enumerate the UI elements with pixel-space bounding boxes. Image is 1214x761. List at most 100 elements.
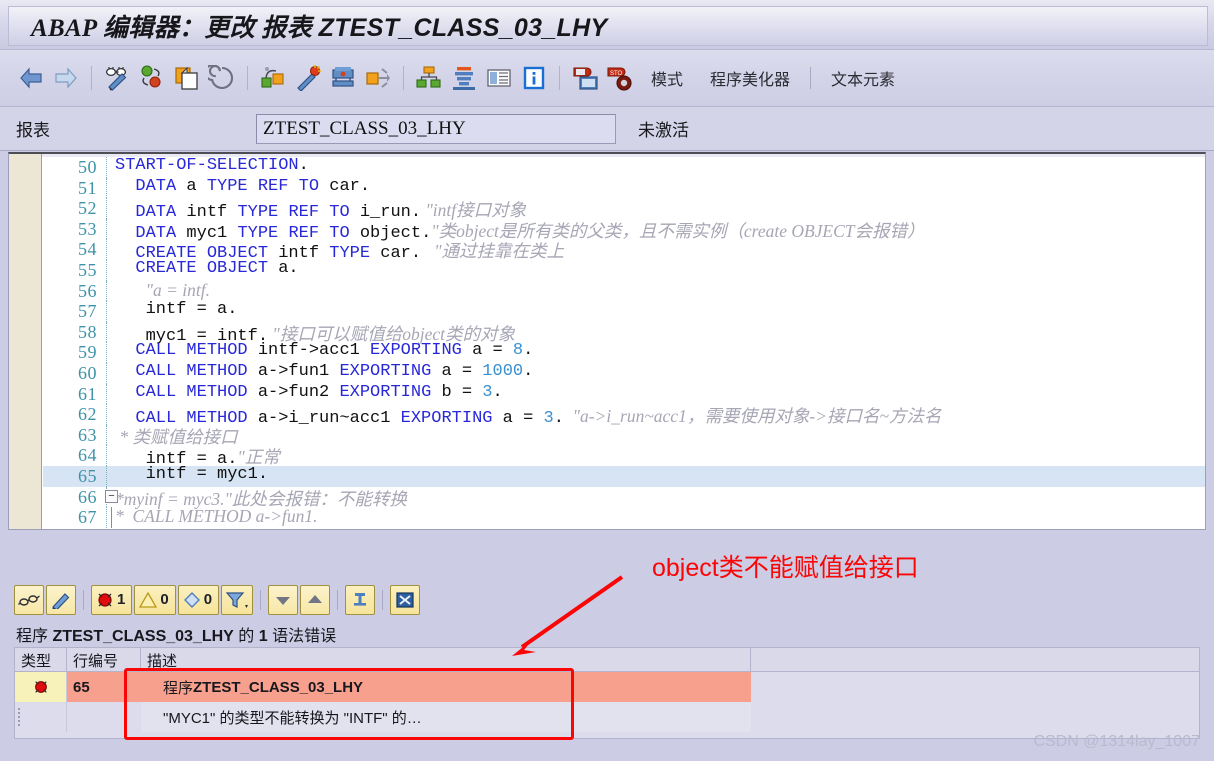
display-source-button[interactable] <box>14 584 44 615</box>
code-line[interactable]: 63 * 类赋值给接口 <box>43 424 1205 447</box>
code-line[interactable]: 64 intf = a."正常 <box>43 445 1205 469</box>
code-line[interactable]: 67 * CALL METHOD a->fun1. <box>43 506 1205 528</box>
line-number: 57 <box>78 301 97 322</box>
syntax-panel-toolbar: 1 0 0 <box>14 583 421 616</box>
stack-icon[interactable] <box>447 61 481 95</box>
line-number-separator <box>106 465 107 487</box>
edit-button[interactable] <box>46 584 76 615</box>
close-button[interactable] <box>390 584 421 615</box>
code-text: START-OF-SELECTION. <box>115 156 309 175</box>
report-bar: 报表 ZTEST_CLASS_03_LHY 未激活 <box>0 107 1214 151</box>
other-object-icon[interactable] <box>135 61 169 95</box>
error-filter-button[interactable]: 1 <box>91 584 133 615</box>
line-number: 58 <box>78 321 97 342</box>
pattern-icon[interactable] <box>205 61 239 95</box>
code-line[interactable]: 52 DATA intf TYPE REF TO i_run. "intf接口对… <box>43 198 1205 222</box>
direct-processing-icon[interactable] <box>361 61 395 95</box>
column-header-line-number[interactable]: 行编号 <box>67 648 141 671</box>
toolbar-item-mode[interactable]: 模式 <box>638 66 696 90</box>
code-line[interactable]: 55 CREATE OBJECT a. <box>43 258 1205 281</box>
where-used-icon[interactable] <box>482 61 516 95</box>
code-editor[interactable]: 50 START-OF-SELECTION. 51 DATA a TYPE REF … <box>8 152 1206 530</box>
info-filter-button[interactable]: 0 <box>177 584 220 615</box>
pin-button[interactable] <box>345 584 376 615</box>
line-number: 62 <box>78 404 97 425</box>
filter-button[interactable] <box>221 584 254 615</box>
column-header-description[interactable]: 描述 <box>141 648 751 671</box>
code-line[interactable]: 61 CALL METHOD a->fun2 EXPORTING b = 3. <box>43 383 1205 405</box>
toolbar-divider <box>83 589 84 610</box>
next-message-button[interactable] <box>268 584 299 615</box>
code-line[interactable]: 54 CREATE OBJECT intf TYPE car. "通过挂靠在类上 <box>43 239 1205 263</box>
line-number-separator <box>106 342 107 363</box>
code-text: CREATE OBJECT a. <box>135 258 299 278</box>
info-count: 0 <box>203 591 213 608</box>
code-text: CALL METHOD intf->acc1 EXPORTING a = 8. <box>135 341 534 361</box>
code-line[interactable]: 56 "a = intf. <box>43 280 1205 302</box>
line-number-separator <box>106 507 107 528</box>
code-line[interactable]: 65 intf = myc1. <box>43 464 1205 487</box>
report-name-input[interactable]: ZTEST_CLASS_03_LHY <box>256 113 616 144</box>
toolbar-divider <box>382 589 384 610</box>
table-row[interactable]: 65 程序 ZTEST_CLASS_03_LHY <box>15 672 1199 702</box>
line-number: 51 <box>78 177 97 198</box>
stop-debug-icon[interactable]: STO <box>603 61 637 95</box>
code-lines-container[interactable]: 50 START-OF-SELECTION. 51 DATA a TYPE REF … <box>43 156 1205 529</box>
info-icon[interactable] <box>517 61 551 95</box>
back-arrow-icon[interactable] <box>14 61 48 95</box>
object-list-icon[interactable] <box>412 61 446 95</box>
check-icon[interactable] <box>256 61 290 95</box>
code-line[interactable]: 53 DATA myc1 TYPE REF TO object."类object… <box>43 218 1205 243</box>
code-line[interactable]: 50 START-OF-SELECTION. <box>43 156 1205 178</box>
page-title-object: ZTEST_CLASS_03_LHY <box>318 14 608 42</box>
code-text: * CALL METHOD a->fun1. <box>115 506 318 527</box>
summary-suffix: 语法错误 <box>267 628 337 645</box>
forward-arrow-icon[interactable] <box>49 61 83 95</box>
code-line[interactable]: 62 CALL METHOD a->i_run~acc1 EXPORTING a… <box>43 404 1205 428</box>
error-count: 1 <box>117 591 126 608</box>
debug-icon[interactable] <box>568 61 602 95</box>
activate-icon[interactable] <box>326 61 360 95</box>
line-number-separator <box>106 404 107 425</box>
error-description-line1: 程序 ZTEST_CLASS_03_LHY <box>141 672 751 702</box>
previous-message-button[interactable] <box>300 584 331 615</box>
line-number: 50 <box>78 157 97 177</box>
grid-scroll-handle[interactable] <box>18 706 24 732</box>
toolbar-item-pretty-printer[interactable]: 程序美化器 <box>697 66 803 90</box>
line-number-separator <box>106 239 107 260</box>
code-text: DATA a TYPE REF TO car. <box>135 176 371 196</box>
toolbar-divider <box>403 66 404 90</box>
table-row[interactable]: "MYC1" 的类型不能转换为 "INTF" 的… <box>15 702 1199 732</box>
toolbar-divider <box>559 66 560 90</box>
code-line[interactable]: 60 CALL METHOD a->fun1 EXPORTING a = 100… <box>43 361 1205 384</box>
column-header-type[interactable]: 类型 <box>15 648 67 671</box>
title-bar-inner: ABAP 编辑器：更改 报表 ZTEST_CLASS_03_LHY <box>8 6 1208 46</box>
line-number-separator <box>106 259 107 281</box>
code-line[interactable]: 57 intf = a. <box>43 300 1205 322</box>
line-number: 53 <box>78 218 97 239</box>
code-line[interactable]: 66− *myinf = myc3."此处会报错：不能转换 <box>43 486 1205 509</box>
code-line[interactable]: 59 CALL METHOD intf->acc1 EXPORTING a = … <box>43 341 1205 363</box>
line-number-separator <box>106 383 107 405</box>
code-line[interactable]: 58 myc1 = intf. "接口可以赋值给object类的对象 <box>43 321 1205 346</box>
line-number: 64 <box>78 445 97 466</box>
code-text: intf = myc1. <box>115 464 269 484</box>
toolbar-divider <box>91 66 92 90</box>
line-number: 54 <box>78 239 97 260</box>
code-line[interactable]: 51 DATA a TYPE REF TO car. <box>43 176 1205 199</box>
page-title: ABAP 编辑器：更改 报表 ZTEST_CLASS_03_LHY <box>31 8 607 44</box>
line-number: 56 <box>78 280 97 301</box>
display-change-icon[interactable] <box>100 61 134 95</box>
line-number-separator <box>106 198 107 219</box>
line-number-separator <box>106 445 107 466</box>
warning-filter-button[interactable]: 0 <box>134 584 176 615</box>
toolbar-item-text-elements[interactable]: 文本元素 <box>818 66 908 90</box>
code-text: CALL METHOD a->fun1 EXPORTING a = 1000. <box>135 361 534 381</box>
abap-editor-window: ABAP 编辑器：更改 报表 ZTEST_CLASS_03_LHY STO 模式… <box>0 0 1214 761</box>
watermark: CSDN @1314lay_1007 <box>1033 733 1200 750</box>
pretty-printer-icon[interactable] <box>291 61 325 95</box>
line-number-separator <box>106 280 107 302</box>
line-number: 52 <box>78 198 97 219</box>
line-number: 59 <box>78 342 97 363</box>
copy-icon[interactable] <box>170 61 204 95</box>
